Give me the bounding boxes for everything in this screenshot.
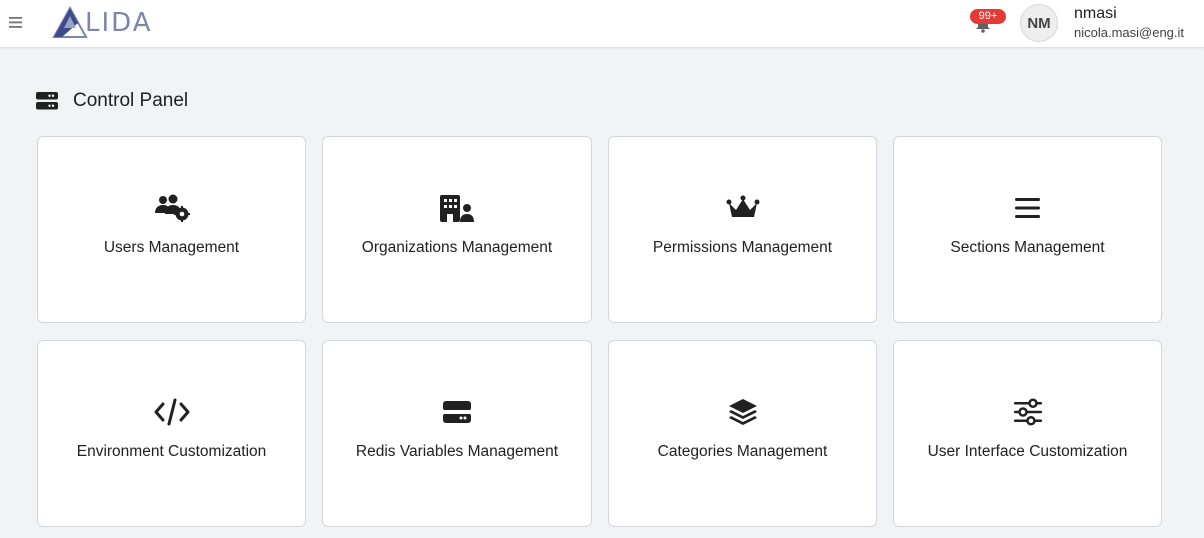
notifications-badge: 99+ <box>970 9 1006 24</box>
card-permissions-management[interactable]: Permissions Management <box>608 136 877 323</box>
card-label: Organizations Management <box>361 239 553 256</box>
card-user-interface-customization[interactable]: User Interface Customization <box>893 340 1162 527</box>
card-organizations-management[interactable]: Organizations Management <box>322 136 592 323</box>
user-name: nmasi <box>1074 5 1117 22</box>
sliders-icon <box>1008 396 1048 428</box>
layer-group-icon <box>723 396 763 428</box>
page-title: Control Panel <box>73 90 189 111</box>
card-users-management[interactable]: Users Management <box>37 136 306 323</box>
card-label: Sections Management <box>950 239 1105 256</box>
top-bar: LIDA 99+ NM nmasi nicola.masi@eng.it <box>0 0 1204 47</box>
code-icon <box>152 396 192 428</box>
card-label: Categories Management <box>657 443 828 460</box>
logo-triangle-icon <box>52 6 88 38</box>
avatar[interactable]: NM <box>1020 4 1058 42</box>
card-label: User Interface Customization <box>927 443 1128 460</box>
card-label: Redis Variables Management <box>355 443 559 460</box>
menu-icon[interactable] <box>6 12 26 32</box>
users-gear-icon <box>152 192 192 224</box>
card-label: Permissions Management <box>652 239 833 256</box>
server-icon <box>36 92 58 110</box>
page-header: Control Panel <box>36 88 188 114</box>
card-categories-management[interactable]: Categories Management <box>608 340 877 527</box>
card-label: Users Management <box>103 239 240 256</box>
control-panel-grid: Users Management Organizations Managemen… <box>37 136 1162 527</box>
card-redis-variables-management[interactable]: Redis Variables Management <box>322 340 592 527</box>
app-logo[interactable]: LIDA <box>52 5 153 41</box>
bars-icon <box>1008 192 1048 224</box>
crown-icon <box>723 192 763 224</box>
server-icon <box>437 396 477 428</box>
user-email: nicola.masi@eng.it <box>1074 25 1185 40</box>
card-sections-management[interactable]: Sections Management <box>893 136 1162 323</box>
card-environment-customization[interactable]: Environment Customization <box>37 340 306 527</box>
logo-text: LIDA <box>85 8 153 38</box>
building-user-icon <box>437 192 477 224</box>
card-label: Environment Customization <box>76 443 267 460</box>
